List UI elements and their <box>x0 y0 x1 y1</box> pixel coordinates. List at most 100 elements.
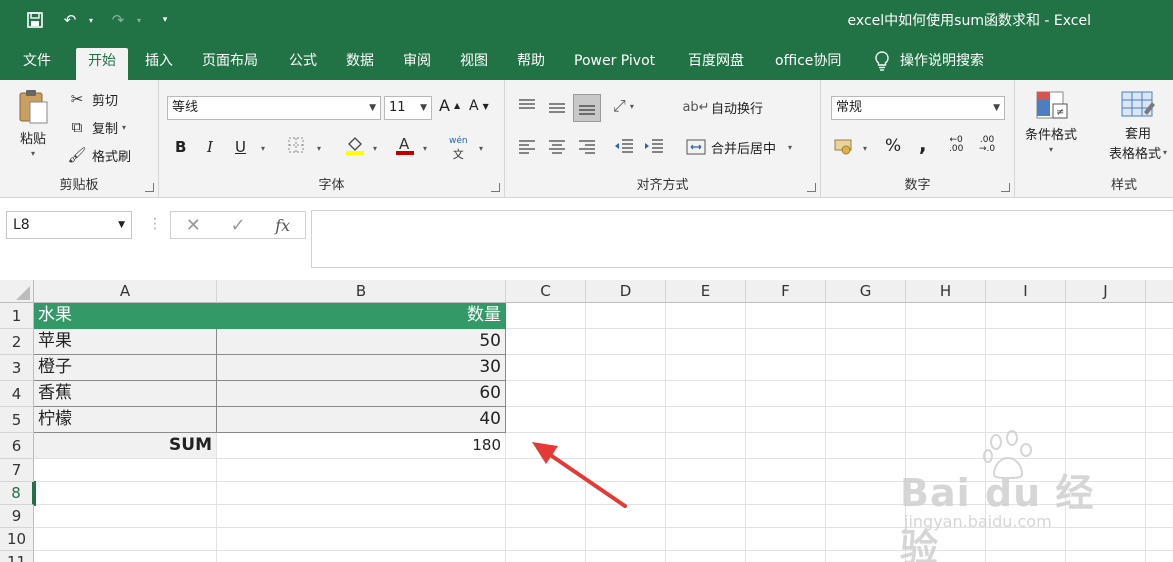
bold-button[interactable]: B <box>175 138 186 156</box>
orientation-icon[interactable]: ⤢ ▾ <box>613 96 634 116</box>
row-header-4[interactable]: 4 <box>0 381 34 407</box>
increase-decimal-icon[interactable]: ←0.00 <box>949 136 963 154</box>
tab-baidu-netdisk[interactable]: 百度网盘 <box>676 48 756 80</box>
tab-power-pivot[interactable]: Power Pivot <box>562 48 667 80</box>
accounting-format-icon[interactable] <box>833 136 855 156</box>
font-name-combo[interactable]: 等线 ▼ <box>167 96 381 120</box>
number-format-combo[interactable]: 常规 ▼ <box>831 96 1005 120</box>
cell-a6-sum-label[interactable]: SUM <box>34 433 217 459</box>
row-header-9[interactable]: 9 <box>0 505 34 528</box>
grow-font-icon[interactable]: A ▲ <box>439 96 460 115</box>
font-color-dropdown-icon[interactable]: ▾ <box>423 144 427 153</box>
row-header-10[interactable]: 10 <box>0 528 34 551</box>
undo-icon[interactable]: ↶ <box>58 9 82 31</box>
cell-b2[interactable]: 50 <box>217 329 506 355</box>
row-header-1[interactable]: 1 <box>0 303 34 329</box>
tab-page-layout[interactable]: 页面布局 <box>190 48 270 80</box>
cell-b5[interactable]: 40 <box>217 407 506 433</box>
row-header-3[interactable]: 3 <box>0 355 34 381</box>
align-bottom-icon[interactable] <box>573 94 601 122</box>
italic-button[interactable]: I <box>207 138 213 156</box>
copy-dropdown-icon[interactable]: ▾ <box>122 123 126 132</box>
formula-input[interactable] <box>311 210 1173 268</box>
customize-qat-icon[interactable]: ▾ <box>158 9 172 31</box>
column-header-b[interactable]: B <box>217 280 506 303</box>
font-launcher-icon[interactable] <box>491 183 500 192</box>
column-header-e[interactable]: E <box>666 280 746 303</box>
shrink-font-icon[interactable]: A ▼ <box>469 98 489 114</box>
cell-b3[interactable]: 30 <box>217 355 506 381</box>
column-header-f[interactable]: F <box>746 280 826 303</box>
undo-dropdown-icon[interactable]: ▾ <box>86 9 96 31</box>
cell-b1[interactable]: 数量 <box>217 303 506 329</box>
comma-style-button[interactable]: , <box>919 132 927 156</box>
cell-a5[interactable]: 柠檬 <box>34 407 217 433</box>
tab-file[interactable]: 文件 <box>11 48 63 80</box>
clipboard-launcher-icon[interactable] <box>145 183 154 192</box>
cell-b4[interactable]: 60 <box>217 381 506 407</box>
decrease-indent-icon[interactable] <box>613 138 635 154</box>
underline-dropdown-icon[interactable]: ▾ <box>261 144 265 153</box>
format-as-table-button[interactable]: 套用 表格格式 ▾ <box>1109 90 1167 162</box>
alignment-launcher-icon[interactable] <box>807 183 816 192</box>
column-header-a[interactable]: A <box>34 280 217 303</box>
paste-dropdown-icon[interactable]: ▾ <box>31 149 35 158</box>
cell-a2[interactable]: 苹果 <box>34 329 217 355</box>
align-middle-icon[interactable] <box>547 100 567 116</box>
tab-help[interactable]: 帮助 <box>505 48 557 80</box>
tab-office-collab[interactable]: office协同 <box>763 48 853 80</box>
decrease-decimal-icon[interactable]: .00 →.0 <box>979 136 995 154</box>
font-size-combo[interactable]: 11 ▼ <box>384 96 432 120</box>
save-icon[interactable] <box>24 9 46 31</box>
increase-indent-icon[interactable] <box>643 138 665 154</box>
align-top-icon[interactable] <box>517 98 537 114</box>
align-right-icon[interactable] <box>577 138 597 154</box>
format-painter-button[interactable]: 🖌 格式刷 <box>66 144 131 166</box>
number-launcher-icon[interactable] <box>1001 183 1010 192</box>
row-header-8[interactable]: 8 <box>0 482 34 505</box>
row-header-11[interactable]: 11 <box>0 551 34 562</box>
tab-formulas[interactable]: 公式 <box>277 48 329 80</box>
merge-center-button[interactable]: 合并后居中 ▾ <box>685 136 792 158</box>
borders-icon[interactable] <box>287 136 305 154</box>
accounting-dropdown-icon[interactable]: ▾ <box>863 144 867 153</box>
name-box[interactable]: L8 ▼ <box>6 211 132 239</box>
select-all-corner[interactable] <box>0 280 34 303</box>
phonetic-dropdown-icon[interactable]: ▾ <box>479 144 483 153</box>
tell-me-search[interactable]: 操作说明搜索 <box>874 48 984 74</box>
column-header-h[interactable]: H <box>906 280 986 303</box>
merge-dropdown-icon[interactable]: ▾ <box>788 143 792 152</box>
column-header-j[interactable]: J <box>1066 280 1146 303</box>
tab-review[interactable]: 审阅 <box>391 48 443 80</box>
insert-function-icon[interactable]: fx <box>275 216 290 235</box>
tab-view[interactable]: 视图 <box>448 48 500 80</box>
paste-button[interactable]: 粘贴 ▾ <box>16 88 50 158</box>
align-center-icon[interactable] <box>547 138 567 154</box>
column-header-g[interactable]: G <box>826 280 906 303</box>
redo-dropdown-icon[interactable]: ▾ <box>134 9 144 31</box>
column-header-k[interactable] <box>1146 280 1173 303</box>
formula-bar-grip-icon[interactable]: ⋮ <box>148 216 162 232</box>
enter-icon[interactable]: ✓ <box>231 215 246 236</box>
tab-data[interactable]: 数据 <box>334 48 386 80</box>
percent-style-button[interactable]: % <box>885 136 901 156</box>
underline-button[interactable]: U <box>235 138 246 156</box>
wrap-text-button[interactable]: ab↵ 自动换行 <box>682 96 763 118</box>
conditional-formatting-button[interactable]: ≠ 条件格式 ▾ <box>1025 90 1077 154</box>
borders-dropdown-icon[interactable]: ▾ <box>317 144 321 153</box>
row-header-5[interactable]: 5 <box>0 407 34 433</box>
phonetic-guide-icon[interactable]: wén 文 <box>449 136 468 162</box>
cell-a1[interactable]: 水果 <box>34 303 217 329</box>
cell-a4[interactable]: 香蕉 <box>34 381 217 407</box>
row-header-2[interactable]: 2 <box>0 329 34 355</box>
cell-a3[interactable]: 橙子 <box>34 355 217 381</box>
align-left-icon[interactable] <box>517 138 537 154</box>
cell-b6-sum-value[interactable]: 180 <box>217 433 506 459</box>
redo-icon[interactable]: ↷ <box>106 9 130 31</box>
row-header-7[interactable]: 7 <box>0 459 34 482</box>
column-header-d[interactable]: D <box>586 280 666 303</box>
cancel-icon[interactable]: ✕ <box>186 215 201 236</box>
tab-home[interactable]: 开始 <box>76 48 128 80</box>
font-color-icon[interactable]: A <box>395 134 415 156</box>
column-header-i[interactable]: I <box>986 280 1066 303</box>
